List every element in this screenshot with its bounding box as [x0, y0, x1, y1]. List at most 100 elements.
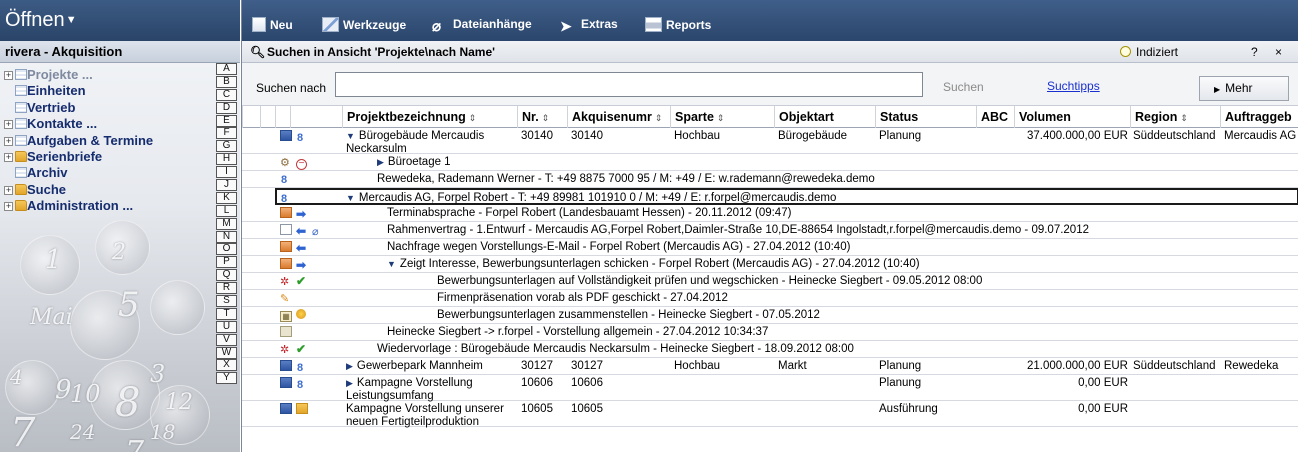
table-row[interactable]: ⚙ − ▶ Büroetage 1	[242, 154, 1298, 171]
expand-icon[interactable]: +	[4, 185, 13, 195]
nav-item-5[interactable]: + Aufgaben & Termine	[0, 133, 212, 149]
cell-volumen: 0,00 EUR	[1078, 377, 1128, 389]
search-button[interactable]: Suchen	[943, 80, 984, 94]
alphabet-letter-g[interactable]: G	[216, 140, 237, 153]
nav-item-8[interactable]: + Suche	[0, 182, 212, 198]
column-header-status[interactable]: Status	[875, 106, 976, 128]
expand-icon[interactable]: ▶	[346, 378, 353, 388]
extras-button[interactable]: ➤ Extras	[560, 17, 618, 34]
column-header-sparte[interactable]: Sparte ⇕	[670, 106, 774, 128]
table-row[interactable]: 8 ▼ Mercaudis AG, Forpel Robert - T: +49 8…	[275, 188, 1298, 205]
nav-item-label: Einheiten	[27, 83, 86, 99]
expand-icon[interactable]: +	[4, 202, 13, 212]
close-button[interactable]: ×	[1275, 45, 1282, 59]
alphabet-letter-o[interactable]: O	[216, 243, 237, 256]
mail-icon	[280, 224, 292, 235]
alphabet-letter-w[interactable]: W	[216, 346, 237, 359]
cell-auftrag: Mercaudis AG	[1224, 130, 1297, 142]
table-row[interactable]: ➡ ▼ Zeigt Interesse, Bewerbungsunterlagen …	[242, 256, 1298, 273]
table-row[interactable]: ✎ Firmenpräsenation vorab als PDF geschic…	[242, 290, 1298, 307]
alphabet-letter-b[interactable]: B	[216, 75, 237, 88]
alphabet-letter-u[interactable]: U	[216, 320, 237, 333]
alphabet-letter-l[interactable]: L	[216, 204, 237, 217]
alphabet-letter-q[interactable]: Q	[216, 269, 237, 282]
nav-item-7[interactable]: Archiv	[0, 165, 212, 181]
column-header-objektart[interactable]: Objektart	[774, 106, 875, 128]
nav-item-3[interactable]: Vertrieb	[0, 100, 212, 116]
expand-icon[interactable]: +	[4, 152, 13, 162]
printer-icon	[645, 17, 662, 32]
column-header-akquisenumr[interactable]: Akquisenumr ⇕	[567, 106, 670, 128]
table-row[interactable]: ▦ Bewerbungsunterlagen zusammenstellen - …	[242, 307, 1298, 324]
alphabet-letter-v[interactable]: V	[216, 333, 237, 346]
table-row[interactable]: Kampagne Vorstellung unserer neuen Ferti…	[242, 401, 1298, 428]
column-header-projektbezeichnung[interactable]: Projektbezeichnung ⇕	[342, 106, 517, 128]
row-icons: ✎	[280, 292, 296, 305]
alphabet-letter-x[interactable]: X	[216, 359, 237, 372]
table-row[interactable]: 8 ▶ Kampagne Vorstellung Leistungsumfang 10…	[242, 375, 1298, 402]
more-button[interactable]: ▶ Mehr	[1199, 76, 1289, 101]
table-row[interactable]: ➡ Terminabsprache - Forpel Robert (Landes…	[242, 205, 1298, 222]
alphabet-letter-f[interactable]: F	[216, 127, 237, 140]
main-area: Neu Werkzeuge ⌀ Dateianhänge ➤ Extras Repo…	[241, 0, 1298, 452]
collapse-icon[interactable]: ▼	[346, 131, 355, 141]
nav-item-9[interactable]: + Administration ...	[0, 198, 212, 214]
collapse-icon[interactable]: ▼	[346, 193, 355, 203]
alphabet-letter-j[interactable]: J	[216, 179, 237, 192]
new-button[interactable]: Neu	[252, 17, 293, 32]
expand-icon[interactable]: +	[4, 71, 13, 80]
column-header-abc[interactable]: ABC	[976, 106, 1014, 128]
table-row[interactable]: ⬅ Nachfrage wegen Vorstellungs-E-Mail - F…	[242, 239, 1298, 256]
open-menu[interactable]: Öffnen▼	[0, 0, 240, 41]
alphabet-letter-m[interactable]: M	[216, 217, 237, 230]
alphabet-letter-p[interactable]: P	[216, 256, 237, 269]
alphabet-letter-e[interactable]: E	[216, 114, 237, 127]
column-header-nr[interactable]: Nr. ⇕	[517, 106, 567, 128]
deco-circle	[90, 360, 160, 430]
expand-icon[interactable]: +	[4, 120, 13, 130]
column-header-region[interactable]: Region ⇕	[1130, 106, 1220, 128]
search-input[interactable]	[335, 72, 923, 97]
column-header-volumen[interactable]: Volumen	[1014, 106, 1130, 128]
alphabet-letter-c[interactable]: C	[216, 88, 237, 101]
table-row[interactable]: ⬅ ⌀ Rahmenvertrag - 1.Entwurf - Mercaudis …	[242, 222, 1298, 239]
alphabet-letter-i[interactable]: I	[216, 166, 237, 179]
table-row[interactable]: ✲ ✔ Wiedervorlage : Bürogebäude Mercaudis …	[242, 341, 1298, 358]
tools-button[interactable]: Werkzeuge	[322, 17, 406, 32]
column-header-label: Akquisenumr	[572, 110, 652, 124]
table-row[interactable]: Heinecke Siegbert -> r.forpel - Vorstell…	[242, 324, 1298, 341]
alphabet-letter-t[interactable]: T	[216, 307, 237, 320]
alphabet-letter-n[interactable]: N	[216, 230, 237, 243]
nav-item-2[interactable]: Einheiten	[0, 83, 212, 99]
cell-region: Süddeutschland	[1133, 360, 1216, 372]
alphabet-letter-y[interactable]: Y	[216, 372, 237, 385]
help-button[interactable]: ?	[1251, 45, 1258, 59]
table-row[interactable]: 8 ▶ Gewerbepark Mannheim 30127 30127 Hochbau M…	[242, 358, 1298, 375]
doc-icon	[280, 360, 292, 371]
search-tips-link[interactable]: Suchtipps	[1047, 79, 1100, 93]
table-row[interactable]: 8 ▼ Bürogebäude Mercaudis Neckarsulm 30140 3…	[242, 128, 1298, 155]
alphabet-letter-a[interactable]: A	[216, 63, 237, 75]
column-header-auftraggeb[interactable]: Auftraggeb	[1220, 106, 1298, 128]
nav-item-6[interactable]: + Serienbriefe	[0, 149, 212, 165]
table-row[interactable]: 8 Rewedeka, Rademann Werner - T: +49 8875…	[242, 171, 1298, 188]
reports-button[interactable]: Reports	[645, 17, 711, 32]
alphabet-letter-k[interactable]: K	[216, 191, 237, 204]
alphabet-letter-h[interactable]: H	[216, 153, 237, 166]
alphabet-letter-r[interactable]: R	[216, 282, 237, 295]
row-title-text: Firmenpräsenation vorab als PDF geschick…	[437, 292, 728, 304]
alphabet-letter-s[interactable]: S	[216, 295, 237, 308]
nav-item-4[interactable]: + Kontakte ...	[0, 116, 212, 132]
collapse-icon[interactable]: ▼	[387, 259, 396, 269]
expand-icon[interactable]: +	[4, 136, 13, 146]
nav-item-1[interactable]: + Projekte ...	[0, 67, 212, 83]
attachments-button[interactable]: ⌀ Dateianhänge	[432, 17, 532, 35]
table-row[interactable]: ✲ ✔ Bewerbungsunterlagen auf Vollständigke…	[242, 273, 1298, 290]
expand-icon[interactable]: ▶	[346, 361, 353, 371]
cell-nr: 30140	[521, 130, 553, 142]
alphabet-letter-d[interactable]: D	[216, 101, 237, 114]
row-icons: 8	[280, 130, 308, 144]
arrow-right-icon: ➡	[296, 207, 307, 220]
row-icons: ⚙ −	[280, 156, 311, 170]
expand-icon[interactable]: ▶	[377, 157, 384, 167]
